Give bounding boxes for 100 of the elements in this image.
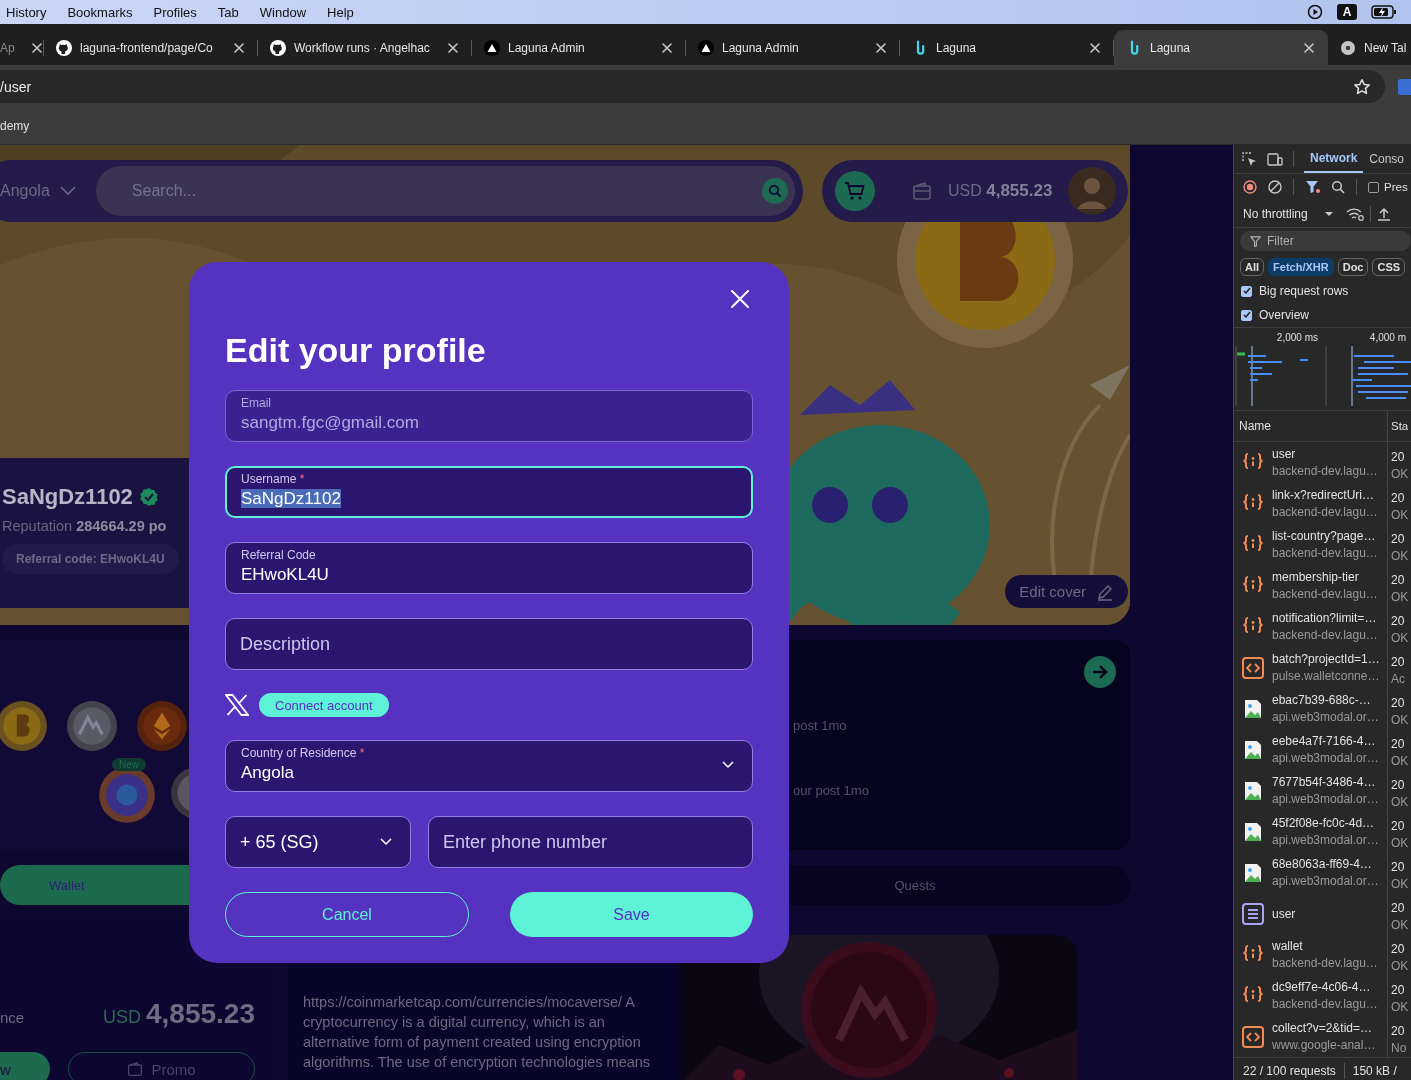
menu-item[interactable]: Window	[259, 4, 307, 20]
close-icon[interactable]	[446, 40, 460, 55]
checkbox-label: Big request rows	[1259, 284, 1349, 298]
menu-item[interactable]: Bookmarks	[67, 4, 133, 20]
connect-account-button[interactable]: Connect account	[259, 693, 389, 717]
request-name[interactable]: eebe4a7f-7166-4…	[1272, 734, 1379, 748]
panel-tab[interactable]: Conso	[1363, 145, 1411, 173]
text-field[interactable]: Username * SaNgDz1102	[225, 466, 753, 518]
menu-item[interactable]: Profiles	[153, 4, 197, 20]
status-text: OK	[1391, 877, 1409, 891]
request-name[interactable]: wallet	[1272, 939, 1378, 953]
status-text: OK	[1391, 467, 1409, 481]
network-settings-icon[interactable]	[1345, 206, 1364, 221]
device-icon[interactable]	[1267, 151, 1283, 167]
column-header[interactable]: Name	[1234, 411, 1388, 441]
menu-item[interactable]: History	[6, 4, 47, 20]
status-text: Ac	[1391, 672, 1405, 686]
panel-tab[interactable]: Network	[1304, 145, 1364, 173]
request-name[interactable]: dc9eff7e-4c06-4…	[1272, 980, 1378, 994]
browser-tab[interactable]: Laguna Admin	[472, 30, 686, 65]
phone-number-field[interactable]: Enter phone number	[428, 816, 753, 868]
play-circle-icon[interactable]	[1307, 4, 1323, 20]
request-domain: backend-dev.lagu…	[1272, 587, 1378, 601]
text-field[interactable]: Referral Code EHwoKL4U	[225, 542, 753, 594]
browser-tab[interactable]: Ap	[0, 30, 44, 65]
checkbox[interactable]	[1241, 309, 1252, 321]
record-stop-icon[interactable]	[1243, 180, 1257, 194]
browser-tab[interactable]: New Tal	[1328, 30, 1411, 65]
star-icon[interactable]	[1353, 77, 1371, 96]
type-filter-chip[interactable]: All	[1240, 257, 1265, 276]
balance-label: nce	[0, 1009, 25, 1026]
news-description: https://coinmarketcap.com/currencies/mocaverse/ A cryptocurrency is a digital currency, which is an alternative form of payment created using encryption algorithms. The use of encryption technologies means	[303, 993, 652, 1072]
close-icon[interactable]	[874, 40, 888, 55]
request-name[interactable]: batch?projectId=1…	[1272, 652, 1380, 666]
activity-text: our post 1mo	[793, 783, 870, 798]
edit-cover-button[interactable]: Edit cover	[1005, 575, 1128, 608]
cart-icon	[844, 181, 866, 201]
menu-item[interactable]: Tab	[217, 4, 239, 20]
input-source-indicator[interactable]: A	[1337, 4, 1357, 20]
search-field[interactable]: Search...	[95, 166, 795, 216]
request-domain: backend-dev.lagu…	[1272, 956, 1378, 970]
checkbox[interactable]	[1241, 285, 1252, 297]
save-button[interactable]: Save	[510, 892, 753, 937]
request-domain: backend-dev.lagu…	[1272, 505, 1378, 519]
close-icon[interactable]	[1302, 40, 1316, 55]
request-name[interactable]: 68e8063a-ff69-4…	[1272, 857, 1379, 871]
browser-tab[interactable]: Laguna	[900, 30, 1114, 65]
currency-label: USD	[103, 1007, 141, 1028]
request-name[interactable]: ebac7b39-688c-…	[1272, 693, 1379, 707]
close-icon[interactable]	[30, 40, 44, 55]
description-field[interactable]: Description	[225, 618, 753, 670]
request-name[interactable]: 7677b54f-3486-4…	[1272, 775, 1379, 789]
request-domain: api.web3modal.or…	[1272, 792, 1379, 806]
filter-field[interactable]: Filter	[1240, 231, 1411, 251]
request-domain: backend-dev.lagu…	[1272, 628, 1378, 642]
cart-button[interactable]	[835, 171, 875, 211]
status-text: OK	[1391, 1000, 1409, 1014]
address-bar[interactable]: /user	[0, 70, 1385, 103]
request-name[interactable]: collect?v=2&tid=…	[1272, 1021, 1376, 1035]
close-icon[interactable]	[232, 40, 246, 55]
throttling-dropdown[interactable]: No throttling	[1243, 206, 1308, 221]
request-name[interactable]: list-country?page…	[1272, 529, 1378, 543]
column-header[interactable]: Sta	[1388, 420, 1409, 432]
status-text: OK	[1391, 836, 1409, 850]
type-filter-chip[interactable]: Fetch/XHR	[1268, 257, 1334, 276]
browser-tab[interactable]: Laguna Admin	[686, 30, 900, 65]
request-name[interactable]: link-x?redirectUri…	[1272, 488, 1378, 502]
cat-logo-icon	[56, 39, 72, 56]
country-code-select[interactable]: + 65 (SG)	[225, 816, 411, 868]
username: SaNgDz1102	[2, 484, 133, 510]
checkbox-label: Pres	[1384, 181, 1408, 193]
filter-icon[interactable]	[1305, 180, 1320, 194]
wallet-icon	[127, 1061, 144, 1077]
request-name[interactable]: 45f2f08e-fc0c-4d…	[1272, 816, 1379, 830]
checkbox[interactable]	[1368, 181, 1379, 193]
upload-icon[interactable]	[1376, 206, 1391, 221]
close-icon[interactable]	[1088, 40, 1102, 55]
arrow-button[interactable]	[1084, 656, 1116, 688]
globe-icon	[1340, 39, 1356, 56]
bookmark[interactable]: demy	[0, 119, 30, 133]
browser-tab[interactable]: Workflow runs · Angelhac	[258, 30, 472, 65]
browser-tab[interactable]: laguna-frontend/page/Co	[44, 30, 258, 65]
request-name[interactable]: user	[1272, 906, 1296, 921]
status-code: 20	[1391, 860, 1406, 874]
status-text: OK	[1391, 795, 1409, 809]
close-icon[interactable]	[660, 40, 674, 55]
request-name[interactable]: notification?limit=…	[1272, 611, 1378, 625]
type-filter-chip[interactable]: CSS	[1372, 257, 1406, 276]
menu-item[interactable]: Help	[327, 4, 354, 20]
browser-tab[interactable]: Laguna	[1114, 30, 1328, 65]
inspect-icon[interactable]	[1241, 151, 1257, 167]
search-icon[interactable]	[1331, 180, 1345, 194]
clear-icon[interactable]	[1268, 180, 1282, 194]
battery-icon[interactable]	[1371, 5, 1397, 19]
checkbox-label: Overview	[1259, 308, 1309, 322]
filter-icon	[1250, 235, 1261, 247]
type-filter-chip[interactable]: Doc	[1337, 257, 1369, 276]
request-name[interactable]: membership-tier	[1272, 570, 1378, 584]
country-select[interactable]: Country of Residence * Angola	[225, 740, 753, 792]
request-name[interactable]: user	[1272, 447, 1378, 461]
